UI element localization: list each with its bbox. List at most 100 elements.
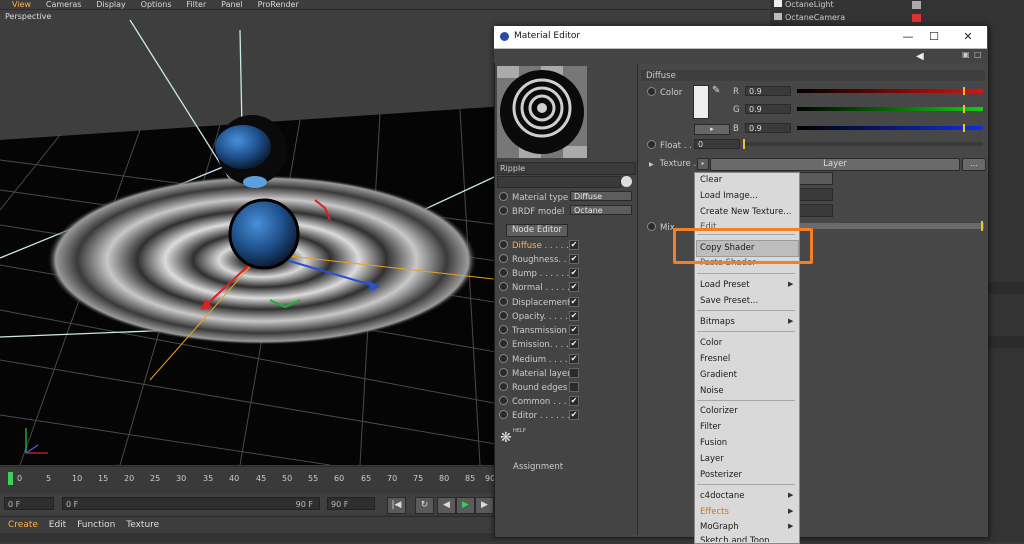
menu-item-create-new-texture[interactable]: Create New Texture... — [700, 207, 791, 217]
menu-display[interactable]: Display — [96, 1, 126, 9]
mix-slider[interactable] — [798, 223, 984, 229]
color-mode-button[interactable]: ▸ — [694, 124, 730, 135]
float-slider[interactable] — [745, 142, 983, 146]
channel-checkbox[interactable]: ✔ — [569, 325, 579, 335]
r-value-field[interactable]: 0.9 — [745, 86, 791, 96]
channel-bump[interactable]: Bump . . . . . . — [499, 268, 569, 279]
g-value-field[interactable]: 0.9 — [745, 104, 791, 114]
menu-item-load-image[interactable]: Load Image... — [700, 191, 758, 201]
play-button[interactable]: ▶ — [456, 497, 475, 514]
assignment-tab[interactable]: Assignment — [513, 462, 563, 472]
channel-checkbox[interactable]: ✔ — [569, 297, 579, 307]
pin-icon[interactable]: □ — [974, 50, 982, 59]
menu-texture[interactable]: Texture — [126, 517, 159, 533]
timeline-playhead[interactable] — [8, 472, 13, 485]
blur-offset-field[interactable] — [799, 188, 833, 201]
channel-checkbox[interactable] — [569, 382, 579, 392]
channel-diffuse[interactable]: Diffuse . . . . . — [499, 240, 569, 251]
object-row[interactable]: OctaneLight — [774, 0, 834, 10]
menu-item-c4doctane[interactable]: c4doctane — [700, 491, 745, 501]
material-name-field[interactable]: Ripple — [497, 162, 636, 175]
radio-icon[interactable] — [499, 206, 508, 215]
minimize-button[interactable]: — — [900, 29, 916, 45]
channel-roughness[interactable]: Roughness. . . — [499, 254, 572, 265]
prev-frame-button[interactable]: ◀ — [437, 497, 456, 514]
menu-item-effects[interactable]: Effects — [700, 507, 729, 517]
menu-item-clear[interactable]: Clear — [700, 175, 722, 185]
b-slider[interactable] — [797, 126, 983, 130]
menu-item-noise[interactable]: Noise — [700, 386, 724, 396]
menu-item-colorizer[interactable]: Colorizer — [700, 406, 738, 416]
channel-checkbox[interactable]: ✔ — [569, 268, 579, 278]
b-value-field[interactable]: 0.9 — [745, 123, 791, 133]
object-row[interactable]: OctaneCamera — [774, 13, 845, 23]
channel-normal[interactable]: Normal . . . . . — [499, 282, 570, 293]
channel-opacity[interactable]: Opacity. . . . . — [499, 311, 568, 322]
channel-editor[interactable]: Editor . . . . . . — [499, 410, 570, 421]
octane-tag-icon[interactable] — [912, 14, 921, 22]
menu-item-bitmaps[interactable]: Bitmaps — [700, 317, 735, 327]
lock-icon[interactable]: ▣ — [962, 50, 970, 59]
menu-prorender[interactable]: ProRender — [258, 1, 299, 9]
menu-item-fresnel[interactable]: Fresnel — [700, 354, 730, 364]
b-slider-handle[interactable] — [963, 124, 965, 132]
radio-icon[interactable] — [647, 140, 656, 149]
channel-material-layer[interactable]: Material layer — [499, 368, 571, 379]
record-button[interactable]: ↻ — [415, 497, 434, 514]
menu-item-fusion[interactable]: Fusion — [700, 438, 727, 448]
menu-item-filter[interactable]: Filter — [700, 422, 721, 432]
r-slider[interactable] — [797, 89, 983, 93]
channel-medium[interactable]: Medium . . . . . — [499, 354, 573, 365]
g-slider[interactable] — [797, 107, 983, 111]
channel-round-edges[interactable]: Round edges — [499, 382, 567, 393]
close-button[interactable]: ✕ — [960, 29, 976, 45]
window-titlebar[interactable]: Material Editor — ☐ ✕ — [494, 26, 987, 49]
color-swatch[interactable] — [693, 85, 709, 119]
mix-slider-handle[interactable] — [981, 221, 983, 231]
menu-edit[interactable]: Edit — [49, 517, 66, 533]
channel-checkbox[interactable]: ✔ — [569, 240, 579, 250]
menu-options[interactable]: Options — [141, 1, 172, 9]
channel-emission[interactable]: Emission. . . . — [499, 339, 569, 350]
material-type-dropdown[interactable]: Diffuse — [570, 191, 632, 201]
texture-layer-button[interactable]: Layer — [710, 158, 960, 171]
g-slider-handle[interactable] — [963, 105, 965, 113]
menu-panel[interactable]: Panel — [221, 1, 243, 9]
back-arrow-icon[interactable]: ◀ — [916, 51, 924, 62]
float-value-field[interactable]: 0 — [694, 139, 740, 149]
go-to-start-button[interactable]: |◀ — [387, 497, 406, 514]
channel-checkbox[interactable] — [569, 368, 579, 378]
material-preview[interactable] — [497, 66, 587, 158]
node-editor-button[interactable]: Node Editor — [506, 224, 568, 237]
radio-icon[interactable] — [647, 87, 656, 96]
texture-menu-button[interactable]: ▸ — [697, 158, 709, 170]
menu-item-posterizer[interactable]: Posterizer — [700, 470, 742, 480]
maximize-button[interactable]: ☐ — [926, 29, 942, 45]
menu-item-gradient[interactable]: Gradient — [700, 370, 737, 380]
menu-item-load-preset[interactable]: Load Preset — [700, 280, 750, 290]
channel-displacement[interactable]: Displacement — [499, 297, 570, 308]
channel-checkbox[interactable]: ✔ — [569, 311, 579, 321]
channel-checkbox[interactable]: ✔ — [569, 339, 579, 349]
r-slider-handle[interactable] — [963, 87, 965, 95]
menu-cameras[interactable]: Cameras — [46, 1, 82, 9]
channel-checkbox[interactable]: ✔ — [569, 354, 579, 364]
blur-scale-field[interactable] — [799, 204, 833, 217]
material-link-field[interactable] — [497, 176, 621, 188]
current-frame-field[interactable]: 0 F — [4, 497, 54, 510]
menu-create[interactable]: Create — [8, 517, 38, 533]
channel-checkbox[interactable]: ✔ — [569, 410, 579, 420]
sampling-dropdown[interactable] — [799, 172, 833, 185]
channel-common[interactable]: Common . . . . — [499, 396, 572, 407]
channel-checkbox[interactable]: ✔ — [569, 396, 579, 406]
menu-view[interactable]: View — [12, 1, 31, 9]
radio-icon[interactable] — [647, 222, 656, 231]
brdf-model-dropdown[interactable]: Octane — [570, 205, 632, 215]
channel-checkbox[interactable]: ✔ — [569, 254, 579, 264]
eyedropper-icon[interactable]: ✎ — [712, 85, 720, 96]
menu-item-mograph[interactable]: MoGraph — [700, 522, 739, 532]
menu-item-layer[interactable]: Layer — [700, 454, 724, 464]
radio-icon[interactable] — [499, 192, 508, 201]
texture-more-button[interactable]: ... — [962, 158, 986, 171]
menu-item-color[interactable]: Color — [700, 338, 722, 348]
